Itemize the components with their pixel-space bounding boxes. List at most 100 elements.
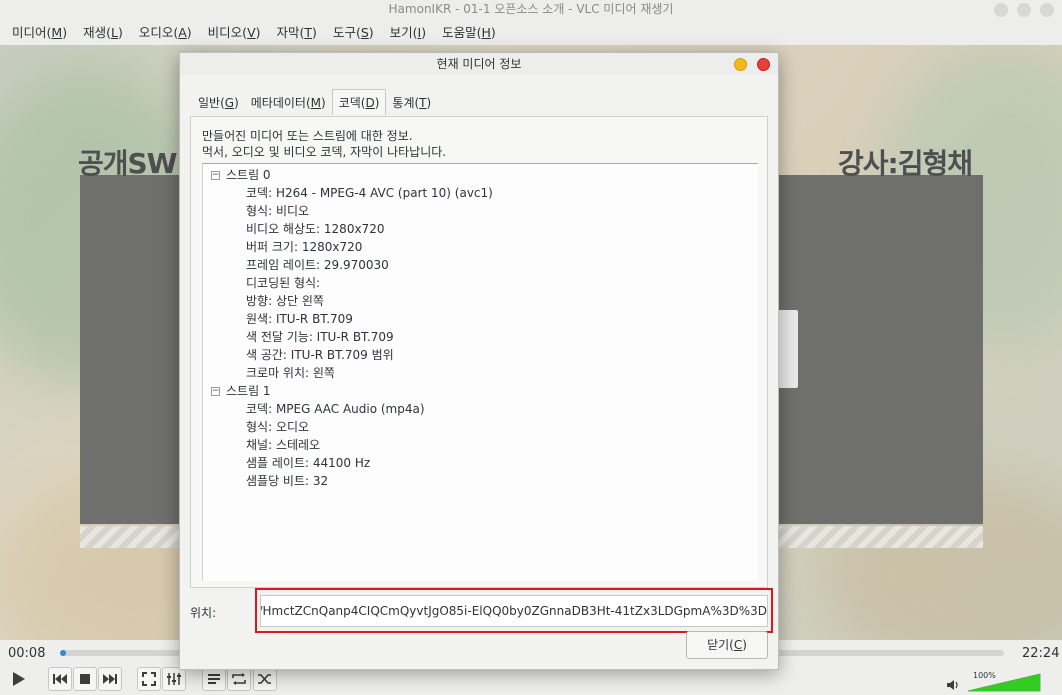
tab-metadata[interactable]: 메타데이터(M) bbox=[245, 89, 332, 115]
stream-0-header[interactable]: 스트림 0 bbox=[226, 166, 271, 184]
stream-item[interactable]: 비디오 해상도: 1280x720 bbox=[246, 220, 384, 238]
menu-help-end: ) bbox=[490, 25, 496, 40]
seek-progress bbox=[60, 650, 66, 656]
slide-right-text: 강사:김형채 bbox=[838, 147, 973, 180]
stream-item[interactable]: 디코딩된 형식: bbox=[246, 274, 320, 292]
stream-item[interactable]: 코덱: MPEG AAC Audio (mp4a) bbox=[246, 400, 425, 418]
stream-item[interactable]: 버퍼 크기: 1280x720 bbox=[246, 238, 362, 256]
stream-item[interactable]: 방향: 상단 왼쪽 bbox=[246, 292, 324, 310]
stream-item[interactable]: 채널: 스테레오 bbox=[246, 436, 320, 454]
media-info-dialog: 현재 미디어 정보 일반(G) 메타데이터(M) 코덱(D) 통계(T) 만들어… bbox=[179, 52, 779, 670]
menu-audio-key: A bbox=[178, 25, 187, 40]
menu-playback[interactable]: 재생(L) bbox=[77, 21, 129, 45]
menu-subtitle-key: T bbox=[304, 25, 313, 40]
menu-video[interactable]: 비디오(V) bbox=[202, 21, 267, 45]
location-field[interactable]: /HmctZCnQanp4CIQCmQyvtJgO85i-ElQQ0by0ZGn… bbox=[260, 595, 768, 627]
tab-codec[interactable]: 코덱(D) bbox=[331, 89, 387, 115]
description-line-2: 먹서, 오디오 및 비디오 코덱, 자막이 나타납니다. bbox=[202, 145, 447, 159]
next-button[interactable] bbox=[98, 667, 122, 691]
close-button-key: C bbox=[733, 638, 743, 652]
stream-item[interactable]: 형식: 오디오 bbox=[246, 418, 309, 436]
close-button[interactable]: 닫기(C) bbox=[686, 631, 768, 659]
close-button-end: ) bbox=[742, 638, 747, 652]
menu-audio[interactable]: 오디오(A) bbox=[133, 21, 198, 45]
description-line-1: 만들어진 미디어 또는 스트림에 대한 정보. bbox=[202, 129, 413, 143]
window-titlebar: HamonIKR - 01-1 오픈소스 소개 - VLC 미디어 재생기 bbox=[0, 0, 1062, 21]
stream-0-collapse-icon[interactable]: − bbox=[211, 171, 220, 180]
play-icon bbox=[13, 672, 25, 686]
window-maximize-button[interactable] bbox=[1017, 3, 1031, 17]
menu-video-key: V bbox=[247, 25, 256, 40]
extended-settings-button[interactable] bbox=[162, 667, 186, 691]
window-minimize-button[interactable] bbox=[994, 3, 1008, 17]
codec-description: 만들어진 미디어 또는 스트림에 대한 정보. 먹서, 오디오 및 비디오 코덱… bbox=[202, 128, 446, 160]
menu-media-label: 미디어( bbox=[12, 25, 52, 40]
dialog-minimize-button[interactable] bbox=[734, 58, 747, 71]
window-close-button[interactable] bbox=[1040, 3, 1054, 17]
stream-item[interactable]: 색 전달 기능: ITU-R BT.709 bbox=[246, 328, 394, 346]
dialog-title: 현재 미디어 정보 bbox=[180, 53, 778, 75]
menubar: 미디어(M) 재생(L) 오디오(A) 비디오(V) 자막(T) 도구(S) 보… bbox=[0, 21, 1062, 45]
skip-forward-icon bbox=[103, 674, 117, 684]
menu-media-end: ) bbox=[62, 25, 68, 40]
tab-general[interactable]: 일반(G) bbox=[192, 89, 245, 115]
stop-icon bbox=[80, 674, 90, 684]
menu-tools-end: ) bbox=[368, 25, 374, 40]
stream-item[interactable]: 샘플 레이트: 44100 Hz bbox=[246, 454, 370, 472]
playlist-icon bbox=[208, 674, 220, 684]
tab-codec-label: 코덱( bbox=[338, 96, 366, 110]
fullscreen-button[interactable] bbox=[137, 667, 161, 691]
menu-video-end: ) bbox=[255, 25, 261, 40]
codec-tree[interactable]: − 스트림 0 코덱: H264 - MPEG-4 AVC (part 10) … bbox=[202, 163, 758, 581]
dialog-tabs: 일반(G) 메타데이터(M) 코덱(D) 통계(T) bbox=[192, 89, 437, 116]
tab-general-end: ) bbox=[234, 96, 239, 110]
stream-item[interactable]: 프레임 레이트: 29.970030 bbox=[246, 256, 389, 274]
loop-icon bbox=[232, 673, 246, 685]
slide-glyph bbox=[776, 310, 798, 388]
fullscreen-icon bbox=[142, 672, 156, 686]
playlist-button[interactable] bbox=[202, 667, 226, 691]
tab-metadata-end: ) bbox=[321, 96, 326, 110]
menu-help[interactable]: 도움말(H) bbox=[436, 21, 502, 45]
menu-help-label: 도움말( bbox=[442, 25, 482, 40]
menu-view-end: ) bbox=[421, 25, 427, 40]
menu-help-key: H bbox=[481, 25, 491, 40]
menu-subtitle[interactable]: 자막(T) bbox=[271, 21, 323, 45]
time-total[interactable]: 22:24 bbox=[1022, 646, 1059, 661]
menu-view-label: 보기( bbox=[389, 25, 418, 40]
shuffle-icon bbox=[258, 674, 271, 684]
volume-icon[interactable] bbox=[946, 679, 960, 694]
stream-1-collapse-icon[interactable]: − bbox=[211, 387, 220, 396]
tab-general-label: 일반( bbox=[198, 96, 225, 110]
stream-item[interactable]: 샘플당 비트: 32 bbox=[246, 472, 328, 490]
loop-button[interactable] bbox=[227, 667, 251, 691]
menu-audio-end: ) bbox=[186, 25, 192, 40]
stream-item[interactable]: 크로마 위치: 왼쪽 bbox=[246, 364, 335, 382]
stream-item[interactable]: 색 공간: ITU-R BT.709 범위 bbox=[246, 346, 394, 364]
stream-item[interactable]: 형식: 비디오 bbox=[246, 202, 309, 220]
location-value: /HmctZCnQanp4CIQCmQyvtJgO85i-ElQQ0by0ZGn… bbox=[260, 604, 767, 618]
menu-media-key: M bbox=[51, 25, 63, 40]
dialog-close-button[interactable] bbox=[757, 58, 770, 71]
stream-item[interactable]: 원색: ITU-R BT.709 bbox=[246, 310, 353, 328]
tab-statistics[interactable]: 통계(T) bbox=[386, 89, 437, 115]
menu-media[interactable]: 미디어(M) bbox=[6, 21, 73, 45]
stop-button[interactable] bbox=[73, 667, 97, 691]
play-button[interactable] bbox=[5, 666, 31, 692]
menu-playback-label: 재생( bbox=[83, 25, 111, 40]
stream-item[interactable]: 코덱: H264 - MPEG-4 AVC (part 10) (avc1) bbox=[246, 184, 493, 202]
previous-button[interactable] bbox=[48, 667, 72, 691]
menu-subtitle-end: ) bbox=[312, 25, 317, 40]
window-title: HamonIKR - 01-1 오픈소스 소개 - VLC 미디어 재생기 bbox=[388, 2, 674, 16]
tab-metadata-key: M bbox=[310, 96, 322, 110]
slide-left-text: 공개SW bbox=[78, 147, 178, 180]
tab-metadata-label: 메타데이터( bbox=[250, 96, 311, 110]
shuffle-button[interactable] bbox=[253, 667, 277, 691]
window-controls bbox=[994, 3, 1054, 17]
menu-tools[interactable]: 도구(S) bbox=[327, 21, 380, 45]
menu-video-label: 비디오( bbox=[207, 25, 248, 40]
menu-view[interactable]: 보기(I) bbox=[384, 21, 432, 45]
tab-general-key: G bbox=[224, 96, 235, 110]
menu-tools-key: S bbox=[360, 25, 369, 40]
stream-1-header[interactable]: 스트림 1 bbox=[226, 382, 271, 400]
